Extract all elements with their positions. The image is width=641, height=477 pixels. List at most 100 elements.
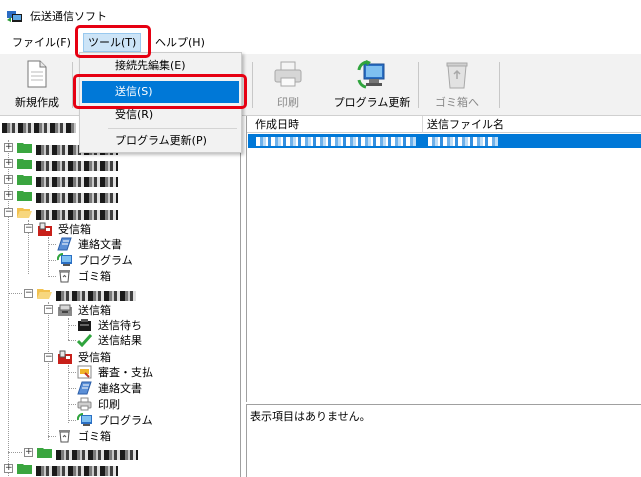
folder-icon: [17, 143, 32, 153]
trash-label: ゴミ箱へ: [435, 96, 479, 109]
tree-program-label[interactable]: プログラム: [78, 252, 133, 268]
new-button[interactable]: 新規作成: [6, 54, 68, 114]
tree-doc2-label[interactable]: 連絡文書: [98, 380, 142, 396]
collapse-toggle[interactable]: −: [4, 208, 13, 217]
column-file-name[interactable]: 送信ファイル名: [423, 116, 641, 133]
tree-root[interactable]: [2, 120, 76, 136]
tree-connector: [48, 436, 56, 437]
toolbar-separator: [418, 62, 419, 108]
document-icon: [57, 237, 72, 251]
empty-message: 表示項目はありません。: [250, 410, 371, 423]
redacted-text[interactable]: [56, 291, 136, 301]
redacted-text[interactable]: [36, 210, 118, 220]
tree-connector: [8, 452, 22, 453]
new-label: 新規作成: [15, 96, 59, 109]
outbox-icon: [58, 304, 72, 316]
recycle-bin-icon: [446, 62, 468, 89]
toolbar-separator: [252, 62, 253, 108]
tree-program2-label[interactable]: プログラム: [98, 412, 153, 428]
pending-icon: [78, 319, 91, 331]
redacted-text[interactable]: [36, 466, 118, 476]
tree-connector: [68, 404, 76, 405]
tree-connector: [48, 260, 56, 261]
tree-connector: [68, 318, 69, 340]
collapse-toggle[interactable]: −: [24, 289, 33, 298]
tree-pending-label[interactable]: 送信待ち: [98, 317, 142, 333]
expand-toggle[interactable]: +: [4, 191, 13, 200]
redacted-text[interactable]: [36, 161, 118, 171]
inbox-icon: [58, 350, 72, 364]
folder-icon: [17, 464, 32, 474]
folder-icon: [17, 175, 32, 185]
tree-connector: [68, 365, 69, 423]
tree-connector: [48, 302, 49, 440]
file-list: 作成日時 送信ファイル名: [246, 116, 641, 402]
redacted-text: [2, 123, 76, 133]
toolbar-separator: [499, 62, 500, 108]
tree-connector: [68, 372, 76, 373]
print-button[interactable]: 印刷: [262, 54, 314, 114]
list-header: 作成日時 送信ファイル名: [247, 116, 641, 133]
expand-toggle[interactable]: +: [4, 143, 13, 152]
send-item-callout: [73, 74, 247, 109]
tree-review-label[interactable]: 審査・支払: [98, 364, 153, 380]
tree-trash2-label[interactable]: ゴミ箱: [78, 428, 111, 444]
tree-outbox-label[interactable]: 送信箱: [78, 302, 111, 318]
menu-separator: [108, 128, 237, 129]
inbox-icon: [38, 222, 52, 236]
trash-button[interactable]: ゴミ箱へ: [424, 54, 490, 114]
list-row[interactable]: [248, 134, 641, 148]
trash-icon: [59, 430, 70, 443]
collapse-toggle[interactable]: −: [24, 224, 33, 233]
tree-connector: [68, 325, 76, 326]
tree-inbox2-label[interactable]: 受信箱: [78, 349, 111, 365]
printer-icon: [274, 61, 302, 87]
tree-connector: [48, 244, 56, 245]
tree-connector: [48, 276, 56, 277]
window-title: 伝送通信ソフト: [30, 10, 107, 23]
menu-program-update[interactable]: プログラム更新(P): [82, 130, 239, 152]
document-icon: [77, 381, 92, 395]
expand-toggle[interactable]: +: [4, 159, 13, 168]
tree-result-label[interactable]: 送信結果: [98, 332, 142, 348]
tree-connector: [68, 340, 76, 341]
open-folder-icon: [37, 289, 52, 299]
open-folder-icon: [17, 208, 32, 218]
program-icon: [57, 253, 72, 266]
program-update-button[interactable]: プログラム更新: [332, 54, 412, 114]
program-update-icon: [357, 60, 385, 89]
tree-inbox-label[interactable]: 受信箱: [58, 221, 91, 237]
redacted-text[interactable]: [56, 450, 138, 460]
tree-trash-label[interactable]: ゴミ箱: [78, 268, 111, 284]
collapse-toggle[interactable]: −: [44, 353, 53, 362]
new-document-icon: [27, 60, 47, 88]
tree-connector: [48, 237, 49, 275]
redacted-text: [428, 137, 498, 146]
expand-toggle[interactable]: +: [4, 175, 13, 184]
tree-doc-label[interactable]: 連絡文書: [78, 236, 122, 252]
tree-connector: [8, 293, 22, 294]
checkmark-icon: [77, 333, 92, 347]
folder-tree: + + + + − − 受信箱 連絡文書 プログラム ゴミ箱 − − 送信箱 送…: [0, 116, 241, 477]
redacted-text[interactable]: [36, 193, 118, 203]
collapse-toggle[interactable]: −: [44, 305, 53, 314]
column-created-at[interactable]: 作成日時: [251, 116, 423, 133]
trash-icon: [59, 270, 70, 283]
tree-connector: [68, 388, 76, 389]
transfer-app-icon: [7, 11, 22, 22]
program-update-label: プログラム更新: [333, 96, 411, 109]
expand-toggle[interactable]: +: [4, 464, 13, 473]
program-icon: [77, 413, 92, 426]
tree-connector: [68, 420, 76, 421]
redacted-text[interactable]: [36, 177, 118, 187]
menu-help[interactable]: ヘルプ(H): [155, 34, 205, 52]
detail-pane: 表示項目はありません。: [246, 404, 641, 477]
expand-toggle[interactable]: +: [24, 448, 33, 457]
tree-print-label[interactable]: 印刷: [98, 396, 120, 412]
folder-icon: [37, 448, 52, 458]
printer-icon: [77, 397, 92, 411]
folder-icon: [17, 191, 32, 201]
menu-file[interactable]: ファイル(F): [12, 34, 71, 52]
review-icon: [77, 365, 92, 379]
tools-menu-callout: [75, 25, 151, 58]
